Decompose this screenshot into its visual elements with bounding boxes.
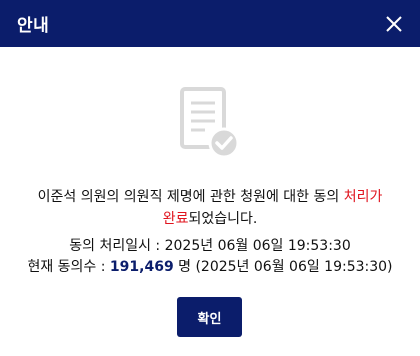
message-text: 이준석 의원의 의원직 제명에 관한 청원에 대한 동의: [37, 189, 344, 205]
consent-count: 191,469: [109, 259, 174, 275]
consent-info: 동의 처리일시 : 2025년 06월 06일 19:53:30 현재 동의수 …: [0, 236, 420, 278]
count-datetime: (2025년 06월 06일 19:53:30): [195, 259, 393, 275]
status-highlight: 처리가: [343, 189, 383, 205]
message-text-end: 되었습니다.: [188, 211, 258, 227]
status-highlight-complete: 완료: [162, 211, 189, 227]
count-label: 현재 동의수 :: [27, 259, 110, 275]
confirm-button[interactable]: 확인: [177, 297, 242, 337]
completion-message: 이준석 의원의 의원직 제명에 관한 청원에 대한 동의 처리가 완료되었습니다…: [0, 186, 420, 230]
processed-label: 동의 처리일시 :: [69, 238, 165, 254]
notice-dialog: 안내 이준석 의원의 의원직 제명에 관한 청원에 대한 동의 처리가 완료되었…: [0, 0, 420, 356]
processed-datetime: 2025년 06월 06일 19:53:30: [164, 238, 351, 254]
count-unit: 명: [173, 259, 196, 275]
close-button[interactable]: [382, 12, 406, 36]
dialog-header: 안내: [0, 0, 420, 47]
consent-count-row: 현재 동의수 : 191,469 명 (2025년 06월 06일 19:53:…: [0, 257, 420, 278]
close-icon: [386, 15, 402, 32]
processed-datetime-row: 동의 처리일시 : 2025년 06월 06일 19:53:30: [0, 236, 420, 257]
document-check-icon: [180, 87, 240, 159]
dialog-title: 안내: [17, 16, 50, 36]
